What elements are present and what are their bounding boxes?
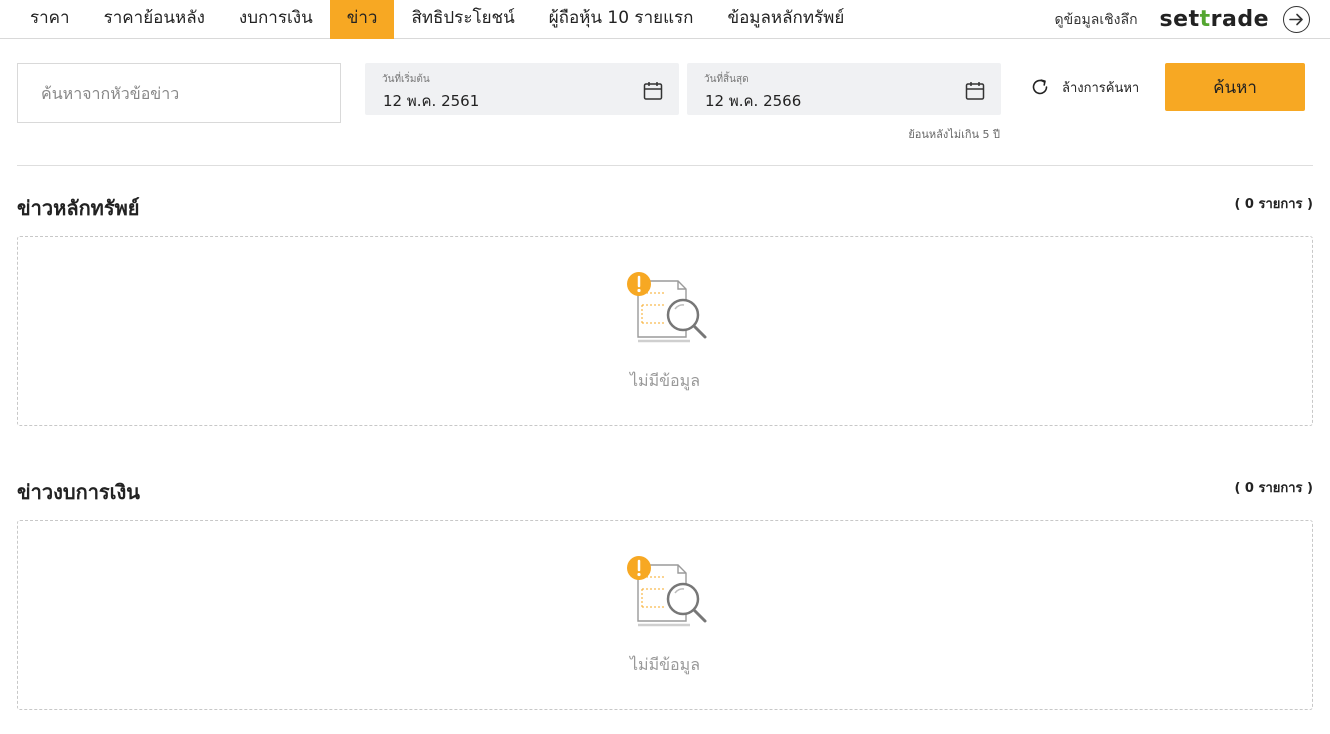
arrow-right-icon [1289, 13, 1303, 26]
empty-state-text: ไม่มีข้อมูล [629, 655, 701, 674]
tab-bar: ราคา ราคาย้อนหลัง งบการเงิน ข่าว สิทธิปร… [13, 0, 861, 39]
empty-state-security-news: ไม่มีข้อมูล [17, 236, 1313, 426]
empty-state-financial-news: ไม่มีข้อมูล [17, 520, 1313, 710]
end-date-value: 12 พ.ค. 2566 [705, 92, 802, 110]
end-date-field[interactable]: วันที่สิ้นสุด 12 พ.ค. 2566 [687, 63, 1001, 115]
start-date-value: 12 พ.ค. 2561 [383, 92, 480, 110]
start-date-label: วันที่เริ่มต้น [382, 74, 430, 85]
start-date-field[interactable]: วันที่เริ่มต้น 12 พ.ค. 2561 [365, 63, 679, 115]
date-range-hint: ย้อนหลังไม่เกิน 5 ปี [908, 128, 1000, 141]
tab-financial-statements[interactable]: งบการเงิน [222, 0, 330, 39]
clear-search-button[interactable]: ล้างการค้นหา [1030, 74, 1139, 100]
section-title-financial-news: ข่าวงบการเงิน [17, 480, 140, 504]
top-nav: ราคา ราคาย้อนหลัง งบการเงิน ข่าว สิทธิปร… [0, 0, 1330, 39]
logo-text-1: set [1159, 7, 1200, 32]
no-data-document-search-icon [627, 272, 707, 343]
go-arrow-button[interactable] [1283, 6, 1310, 33]
end-date-label: วันที่สิ้นสุด [704, 74, 749, 85]
tab-news[interactable]: ข่าว [329, 0, 395, 39]
logo-text-3: rade [1210, 7, 1269, 32]
news-search-input[interactable] [18, 64, 340, 122]
nav-right: ดูข้อมูลเชิงลึก settrade [1054, 0, 1310, 39]
tab-historical-price[interactable]: ราคาย้อนหลัง [87, 0, 222, 39]
section-count-security-news: ( 0 รายการ ) [1234, 197, 1313, 212]
settrade-logo[interactable]: settrade [1160, 7, 1269, 32]
logo-text-2: t [1199, 7, 1211, 32]
tab-security-info[interactable]: ข้อมูลหลักทรัพย์ [710, 0, 861, 39]
clear-search-label: ล้างการค้นหา [1062, 80, 1140, 96]
calendar-icon[interactable] [643, 81, 663, 101]
deep-insight-link[interactable]: ดูข้อมูลเชิงลึก [1054, 9, 1137, 31]
tab-price[interactable]: ราคา [13, 0, 87, 39]
calendar-icon[interactable] [965, 81, 985, 101]
no-data-document-search-icon [627, 556, 707, 627]
section-title-security-news: ข่าวหลักทรัพย์ [17, 196, 140, 220]
tab-top-10-shareholders[interactable]: ผู้ถือหุ้น 10 รายแรก [532, 0, 711, 39]
news-search-box [17, 63, 341, 123]
search-button[interactable]: ค้นหา [1165, 63, 1305, 111]
divider [17, 165, 1313, 166]
empty-state-text: ไม่มีข้อมูล [629, 371, 701, 390]
refresh-icon [1032, 79, 1048, 95]
tab-rights-benefits[interactable]: สิทธิประโยชน์ [394, 0, 531, 39]
section-count-financial-news: ( 0 รายการ ) [1234, 481, 1313, 496]
